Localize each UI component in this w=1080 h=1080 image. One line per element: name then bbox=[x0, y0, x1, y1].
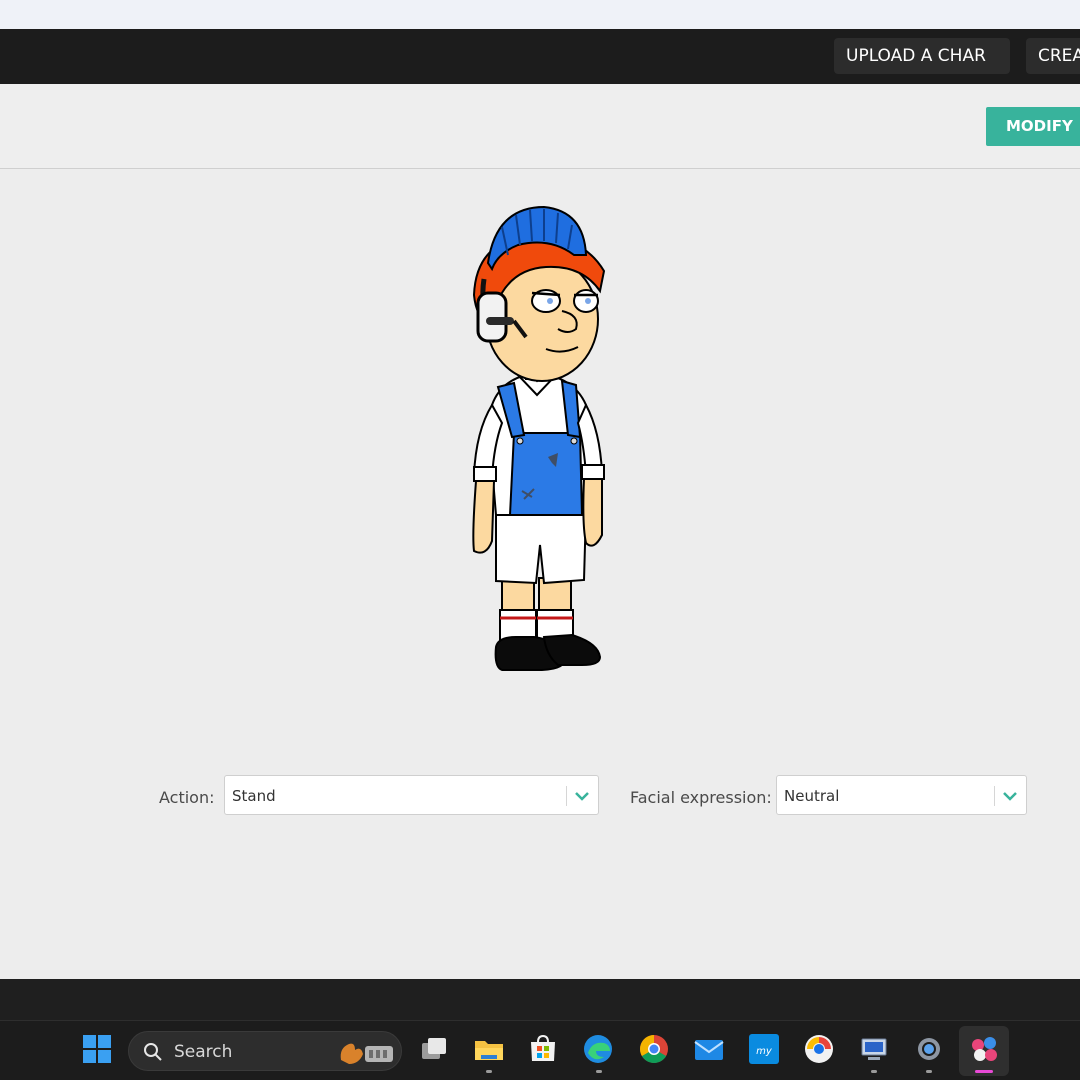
action-select-value: Stand bbox=[232, 787, 276, 805]
password-manager-icon[interactable] bbox=[803, 1033, 835, 1065]
settings-icon[interactable] bbox=[913, 1033, 945, 1065]
top-navigation-bar: UPLOAD A CHAR CREA bbox=[0, 29, 1080, 84]
character-preview bbox=[462, 205, 612, 675]
chevron-down-icon bbox=[575, 792, 589, 801]
running-indicator bbox=[486, 1070, 492, 1073]
select-divider bbox=[566, 786, 567, 806]
browser-strip bbox=[0, 0, 1080, 29]
create-button[interactable]: CREA bbox=[1026, 38, 1080, 74]
active-indicator bbox=[975, 1070, 993, 1073]
mail-icon[interactable] bbox=[693, 1033, 725, 1065]
modify-button[interactable]: MODIFY bbox=[986, 107, 1080, 146]
character-toolbar: MODIFY bbox=[0, 84, 1080, 169]
select-divider bbox=[994, 786, 995, 806]
svg-text:my: my bbox=[756, 1046, 773, 1057]
upload-a-char-button[interactable]: UPLOAD A CHAR bbox=[834, 38, 1010, 74]
windows-taskbar: Search my bbox=[0, 1020, 1080, 1080]
file-explorer-icon[interactable] bbox=[473, 1033, 505, 1065]
facial-expression-label: Facial expression: bbox=[630, 788, 772, 807]
facial-expression-select-value: Neutral bbox=[784, 787, 840, 805]
microsoft-store-icon[interactable] bbox=[527, 1033, 559, 1065]
myhp-icon[interactable]: my bbox=[748, 1033, 780, 1065]
search-icon bbox=[144, 1043, 162, 1061]
running-indicator bbox=[871, 1070, 877, 1073]
character-figure-image bbox=[472, 205, 606, 671]
running-indicator bbox=[926, 1070, 932, 1073]
facial-expression-select[interactable]: Neutral bbox=[776, 775, 1027, 815]
page-footer-bar bbox=[0, 979, 1080, 1020]
chrome-icon[interactable] bbox=[638, 1033, 670, 1065]
character-app-icon[interactable] bbox=[968, 1033, 1000, 1065]
edge-icon[interactable] bbox=[582, 1033, 614, 1065]
action-label: Action: bbox=[159, 788, 215, 807]
taskbar-search-box[interactable]: Search bbox=[128, 1031, 402, 1071]
search-highlight-icon bbox=[340, 1043, 393, 1064]
search-placeholder: Search bbox=[174, 1042, 233, 1062]
chevron-down-icon bbox=[1003, 792, 1017, 801]
action-select[interactable]: Stand bbox=[224, 775, 599, 815]
windows-start-icon[interactable] bbox=[81, 1033, 113, 1065]
running-indicator bbox=[596, 1070, 602, 1073]
task-view-icon[interactable] bbox=[418, 1033, 450, 1065]
remote-desktop-icon[interactable] bbox=[858, 1033, 890, 1065]
